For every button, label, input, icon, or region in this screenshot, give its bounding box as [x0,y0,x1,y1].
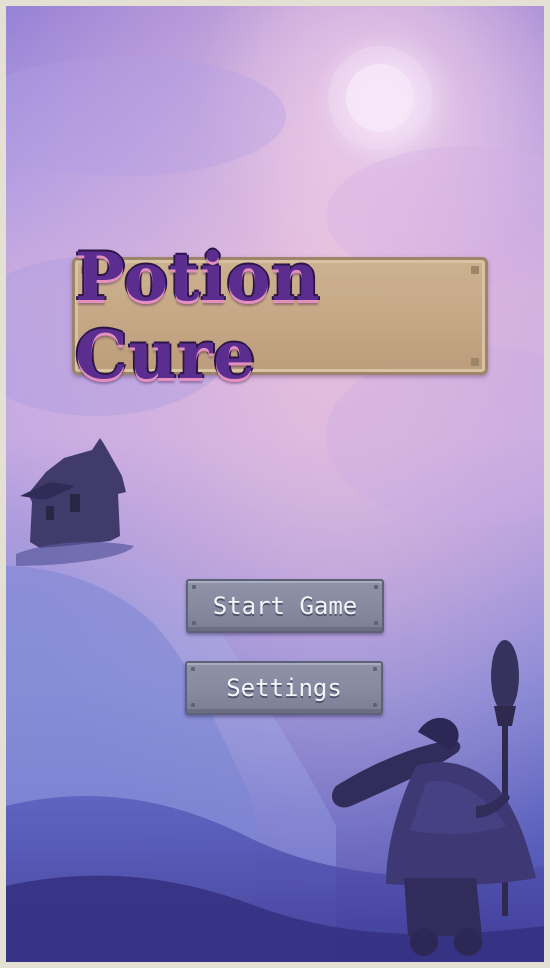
button-rivet [373,703,377,707]
title-screen: Potion Cure Start Game Settings [6,6,544,962]
button-rivet [191,667,195,671]
button-rivet [192,621,196,625]
game-title: Potion Cure [75,238,321,394]
start-game-button[interactable]: Start Game [186,579,384,633]
button-rivet [374,621,378,625]
button-rivet [192,585,196,589]
title-plate: Potion Cure [72,238,488,394]
button-rivet [191,703,195,707]
settings-label: Settings [226,674,342,702]
button-rivet [374,585,378,589]
background-scene [6,6,544,962]
start-game-label: Start Game [212,592,358,620]
app-frame: Potion Cure Start Game Settings [0,0,550,968]
button-rivet [373,667,377,671]
settings-button[interactable]: Settings [185,661,383,715]
